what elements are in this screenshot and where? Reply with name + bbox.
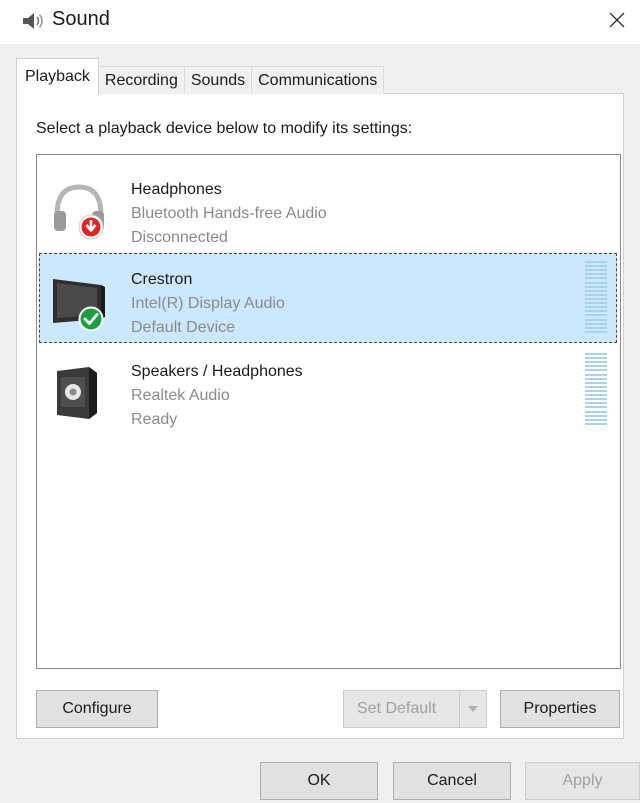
device-crestron[interactable]: Crestron Intel(R) Display Audio Default … [39,253,617,343]
configure-button[interactable]: Configure [36,690,158,728]
tab-sounds[interactable]: Sounds [183,66,253,94]
instruction-text: Select a playback device below to modify… [36,120,413,137]
device-description: Realtek Audio [131,387,230,404]
device-name: Headphones [131,181,222,198]
button-label: Apply [562,772,603,789]
device-headphones[interactable]: Headphones Bluetooth Hands-free Audio Di… [39,163,617,253]
button-label: Configure [62,700,132,717]
device-description: Intel(R) Display Audio [131,295,285,312]
title-bar: Sound [0,0,640,44]
tab-label: Playback [25,67,90,85]
device-status: Ready [131,411,178,428]
button-label: Properties [523,700,597,717]
tab-strip: Playback Recording Sounds Communications [16,58,385,94]
device-speakers[interactable]: Speakers / Headphones Realtek Audio Read… [39,345,617,435]
volume-meter [585,261,607,333]
window-title: Sound [52,8,110,30]
tab-label: Sounds [190,71,246,89]
monitor-icon [53,279,105,331]
tab-playback[interactable]: Playback [16,58,99,94]
device-list[interactable]: Headphones Bluetooth Hands-free Audio Di… [36,154,621,669]
speaker-app-icon [23,13,43,29]
device-name: Speakers / Headphones [131,363,303,380]
tab-communications[interactable]: Communications [251,66,385,94]
disconnected-badge [78,214,104,240]
device-description: Bluetooth Hands-free Audio [131,205,327,222]
close-icon [609,12,625,28]
speaker-icon [57,367,97,419]
chevron-down-icon [468,706,478,712]
tab-label: Communications [258,71,378,89]
headphones-icon [54,184,104,240]
tab-recording[interactable]: Recording [97,66,185,94]
set-default-button[interactable]: Set Default [343,690,487,728]
ok-button[interactable]: OK [260,762,378,800]
set-default-dropdown[interactable] [459,691,486,727]
button-label: Cancel [427,772,477,789]
close-button[interactable] [594,0,640,40]
button-label: Set Default [357,700,437,717]
volume-meter [585,353,607,425]
device-name: Crestron [131,271,193,288]
properties-button[interactable]: Properties [500,690,620,728]
device-status: Disconnected [131,229,228,246]
cancel-button[interactable]: Cancel [393,762,511,800]
button-label: OK [307,772,331,789]
device-status: Default Device [131,319,236,336]
default-check-badge [78,306,104,331]
tab-label: Recording [104,71,178,89]
apply-button[interactable]: Apply [525,762,640,800]
